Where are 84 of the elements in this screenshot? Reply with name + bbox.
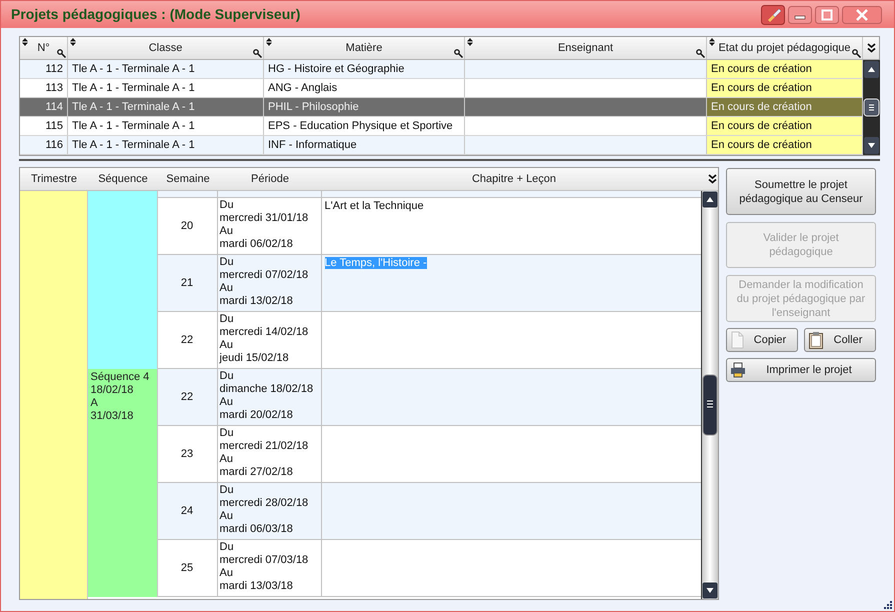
table-cell: 22 — [158, 312, 218, 368]
table-cell: En cours de création — [707, 60, 863, 78]
table-cell: HG - Histoire et Géographie — [264, 60, 465, 78]
table-cell: Séquence 4 18/02/18 A 31/03/18 — [88, 369, 158, 597]
table-cell: En cours de création — [707, 79, 863, 97]
tool-button[interactable]: Copier — [726, 328, 798, 352]
table-cell: Du mercredi 31/01/18 Au mardi 06/02/18 — [218, 198, 322, 254]
table-cell: PHIL - Philosophie — [264, 98, 465, 116]
table-cell: 113 — [20, 79, 68, 97]
column-header[interactable]: Etat du projet pédagogique — [707, 37, 863, 59]
table-cell: Du mercredi 07/02/18 Au mardi 13/02/18 — [218, 255, 322, 311]
scroll-up-icon[interactable] — [863, 60, 880, 79]
table-row[interactable]: 114 Tle A - 1 - Terminale A - 1 PHIL - Philosophie En cours de création — [20, 98, 863, 117]
table-cell: L'Art et la Technique — [324, 200, 424, 212]
sort-icon[interactable] — [22, 38, 28, 46]
column-header[interactable]: Semaine — [158, 168, 218, 190]
action-button[interactable]: Soumettre le projet pédagogique au Censeur — [726, 168, 876, 215]
scroll-down-icon[interactable] — [702, 582, 718, 599]
clipboard-icon — [808, 331, 824, 349]
table-cell: Tle A - 1 - Terminale A - 1 — [68, 117, 264, 135]
table-cell: Tle A - 1 - Terminale A - 1 — [68, 60, 264, 78]
search-icon[interactable] — [454, 49, 463, 58]
sort-icon[interactable] — [70, 38, 76, 46]
table-cell: ANG - Anglais — [264, 79, 465, 97]
resize-grip-icon[interactable] — [884, 601, 892, 609]
window-title: Projets pédagogiques : (Mode Superviseur) — [11, 5, 300, 24]
selected-text: Le Temps, l'Histoire - — [324, 257, 427, 269]
column-header[interactable]: Enseignant — [465, 37, 707, 59]
expand-icon[interactable] — [708, 174, 716, 184]
column-header[interactable]: Période — [218, 168, 322, 190]
column-header[interactable]: Séquence — [88, 168, 158, 190]
search-icon[interactable] — [57, 49, 66, 58]
scrollbar[interactable] — [863, 60, 880, 155]
scroll-thumb[interactable] — [702, 374, 718, 436]
table-cell: En cours de création — [707, 136, 863, 154]
scroll-up-icon[interactable] — [702, 191, 718, 208]
search-icon[interactable] — [852, 49, 861, 58]
printer-icon — [730, 362, 746, 378]
sort-icon[interactable] — [709, 38, 715, 46]
table-row[interactable]: 116 Tle A - 1 - Terminale A - 1 INF - Informatique En cours de création — [20, 136, 863, 155]
expand-icon[interactable] — [866, 43, 876, 53]
table-cell: 20 — [158, 198, 218, 254]
table-cell: En cours de création — [707, 98, 863, 116]
search-icon[interactable] — [696, 49, 705, 58]
table-cell: 116 — [20, 136, 68, 154]
tool-button[interactable]: Coller — [804, 328, 876, 352]
column-header[interactable]: N° — [20, 37, 68, 59]
table-cell: INF - Informatique — [264, 136, 465, 154]
scroll-down-icon[interactable] — [863, 136, 880, 155]
table-cell: Du mercredi 07/03/18 Au mardi 13/03/18 — [218, 540, 322, 596]
tool-button[interactable]: Imprimer le projet — [726, 358, 876, 382]
table-cell: EPS - Education Physique et Sportive — [264, 117, 465, 135]
table-cell: En cours de création — [707, 117, 863, 135]
column-header[interactable]: Matière — [264, 37, 465, 59]
page-icon — [730, 331, 746, 349]
table-cell: Tle A - 1 - Terminale A - 1 — [68, 98, 264, 116]
scrollbar[interactable] — [701, 191, 718, 599]
column-header[interactable]: Trimestre — [20, 168, 88, 190]
table-row[interactable]: 112 Tle A - 1 - Terminale A - 1 HG - Histoire et Géographie En cours de création — [20, 60, 863, 79]
sort-icon[interactable] — [266, 38, 272, 46]
table-cell: Tle A - 1 - Terminale A - 1 — [68, 136, 264, 154]
search-icon[interactable] — [253, 49, 262, 58]
table-cell: 21 — [158, 255, 218, 311]
table-cell: 115 — [20, 117, 68, 135]
table-cell: 114 — [20, 98, 68, 116]
table-cell: Du dimanche 18/02/18 Au mardi 20/02/18 — [218, 369, 322, 425]
table-cell: 24 — [158, 483, 218, 539]
table-cell: 112 — [20, 60, 68, 78]
table-cell: Du mercredi 21/02/18 Au mardi 27/02/18 — [218, 426, 322, 482]
brush-icon[interactable] — [761, 4, 785, 24]
table-row[interactable]: 113 Tle A - 1 - Terminale A - 1 ANG - Anglais En cours de création — [20, 79, 863, 98]
table-cell: Du mercredi 14/02/18 Au jeudi 15/02/18 — [218, 312, 322, 368]
sort-icon[interactable] — [467, 38, 473, 46]
minimize-icon[interactable] — [788, 6, 812, 24]
maximize-icon[interactable] — [815, 6, 839, 24]
column-header[interactable]: Chapitre + Leçon — [322, 168, 706, 190]
table-cell: 22 — [158, 369, 218, 425]
close-icon[interactable] — [842, 6, 882, 24]
column-header[interactable]: Classe — [68, 37, 264, 59]
table-row[interactable]: 115 Tle A - 1 - Terminale A - 1 EPS - Education Physique et Sportive En cours de création — [20, 117, 863, 136]
table-cell: Du mercredi 28/02/18 Au mardi 06/03/18 — [218, 483, 322, 539]
table-cell: 25 — [158, 540, 218, 596]
table-cell: Tle A - 1 - Terminale A - 1 — [68, 79, 264, 97]
table-cell: 23 — [158, 426, 218, 482]
